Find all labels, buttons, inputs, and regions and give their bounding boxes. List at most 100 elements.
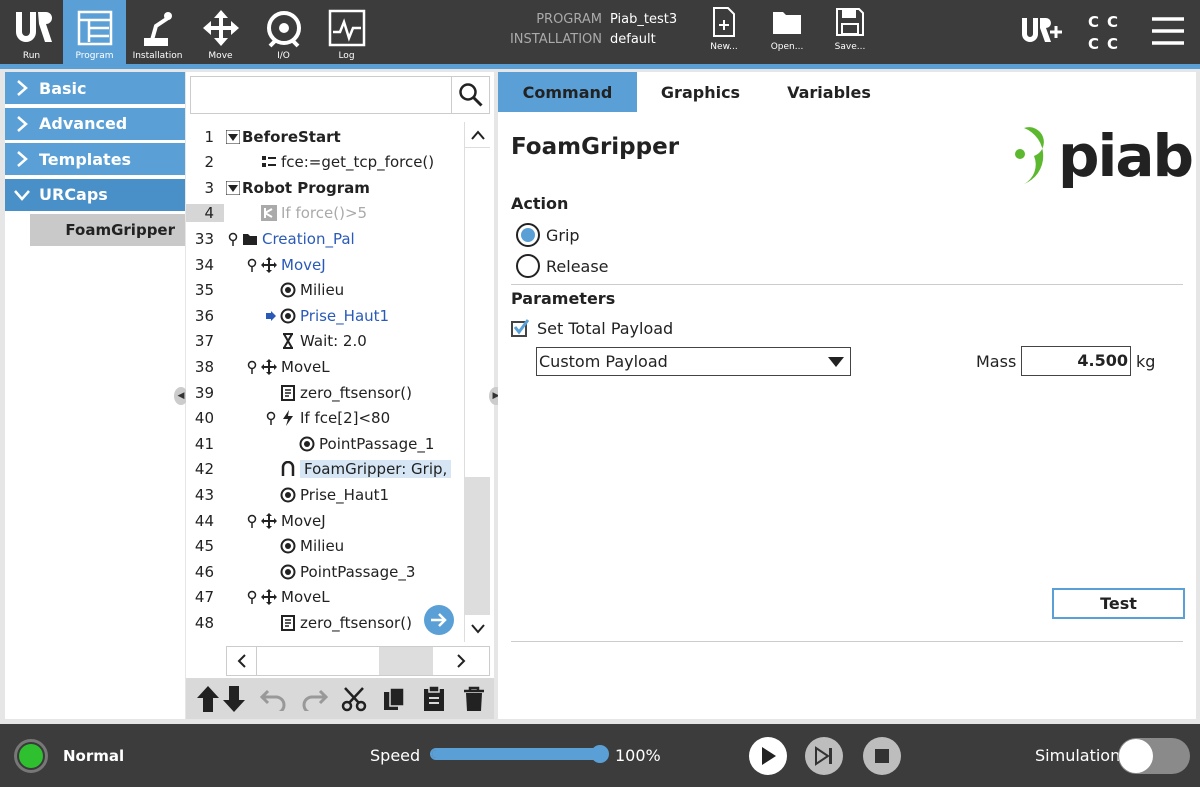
waypoint-icon bbox=[280, 308, 296, 324]
tab-command[interactable]: Command bbox=[498, 72, 637, 112]
chevron-right-icon bbox=[17, 151, 28, 167]
tree-node-label: MoveJ bbox=[281, 255, 326, 274]
set-total-payload-checkbox[interactable]: Set Total Payload bbox=[511, 318, 673, 338]
current-node-arrow-icon bbox=[262, 310, 280, 321]
line-number: 34 bbox=[194, 255, 214, 274]
copy-button[interactable] bbox=[374, 680, 414, 718]
payload-dropdown[interactable]: Custom Payload bbox=[536, 347, 851, 376]
waypoint-icon bbox=[280, 282, 296, 298]
tree-row[interactable]: 47 MoveL bbox=[186, 585, 464, 610]
nav-move-button[interactable]: Move bbox=[189, 0, 252, 64]
scroll-down-button[interactable] bbox=[465, 616, 490, 642]
nav-installation-button[interactable]: Installation bbox=[126, 0, 189, 64]
tree-row[interactable]: 48 zero_ftsensor() bbox=[186, 610, 464, 635]
chevron-down-icon bbox=[14, 189, 30, 201]
mass-input[interactable]: 4.500 bbox=[1021, 346, 1131, 376]
nav-program-label: Program bbox=[75, 51, 114, 61]
ur-logo-icon bbox=[15, 12, 52, 42]
tree-row[interactable]: 3 Robot Program bbox=[186, 175, 464, 200]
speed-slider-track[interactable] bbox=[430, 748, 602, 760]
scroll-left-button[interactable] bbox=[227, 647, 257, 675]
hamburger-menu-button[interactable] bbox=[1150, 16, 1186, 50]
speed-slider-handle[interactable] bbox=[591, 745, 609, 763]
arrow-right-icon bbox=[431, 613, 447, 627]
cc-letter: C bbox=[1107, 35, 1127, 53]
paste-button[interactable] bbox=[414, 680, 454, 718]
tree-row[interactable]: 4 If force()>5 bbox=[186, 201, 464, 226]
tab-graphics[interactable]: Graphics bbox=[637, 72, 764, 112]
tree-node-label: zero_ftsensor() bbox=[300, 383, 412, 402]
paste-icon bbox=[424, 684, 444, 711]
scroll-right-button[interactable] bbox=[433, 647, 489, 675]
tree-row[interactable]: 42 FoamGripper: Grip, bbox=[186, 457, 464, 482]
move-node-down-button[interactable] bbox=[214, 680, 254, 718]
expand-toggle-icon[interactable] bbox=[224, 180, 242, 195]
nav-program-button[interactable]: Program bbox=[63, 0, 126, 64]
step-button[interactable] bbox=[805, 737, 843, 775]
new-button[interactable]: New... bbox=[698, 6, 750, 62]
tree-row[interactable]: 40 If fce[2]<80 bbox=[186, 406, 464, 431]
tree-row[interactable]: 38 MoveL bbox=[186, 354, 464, 379]
folder-icon bbox=[242, 231, 258, 247]
grip-radio[interactable]: Grip bbox=[516, 223, 580, 247]
tree-row[interactable]: 36 Prise_Haut1 bbox=[186, 303, 464, 328]
tree-vertical-scrollbar[interactable] bbox=[464, 122, 490, 642]
nav-log-button[interactable]: Log bbox=[315, 0, 378, 64]
tree-row[interactable]: 34 MoveJ bbox=[186, 252, 464, 277]
tree-row[interactable]: 1 BeforeStart bbox=[186, 124, 464, 149]
category-basic[interactable]: Basic bbox=[5, 72, 185, 104]
play-button[interactable] bbox=[749, 737, 787, 775]
waypoint-icon bbox=[280, 538, 296, 554]
tree-row[interactable]: 37 Wait: 2.0 bbox=[186, 329, 464, 354]
nav-run-button[interactable]: Run bbox=[0, 0, 63, 64]
tree-row[interactable]: 45 Milieu bbox=[186, 534, 464, 559]
delete-button[interactable] bbox=[454, 680, 494, 718]
category-urcaps[interactable]: URCaps bbox=[5, 178, 185, 211]
urplus-button[interactable] bbox=[1020, 16, 1064, 52]
line-number: 42 bbox=[194, 460, 214, 479]
tree-node-label: MoveL bbox=[281, 588, 330, 607]
tree-node-label: Creation_Pal bbox=[262, 229, 355, 248]
tree-row[interactable]: 2 fce:=get_tcp_force() bbox=[186, 150, 464, 175]
cut-button[interactable] bbox=[334, 680, 374, 718]
tree-row[interactable]: 33 Creation_Pal bbox=[186, 226, 464, 251]
bottom-bar: Normal Speed 100% Simulation bbox=[0, 724, 1200, 787]
radio-circle bbox=[516, 254, 540, 278]
tree-row[interactable]: 44 MoveJ bbox=[186, 508, 464, 533]
open-label: Open... bbox=[770, 42, 804, 52]
lightning-icon bbox=[280, 410, 296, 427]
vertical-scroll-thumb[interactable] bbox=[465, 477, 490, 615]
tree-row[interactable]: 41 PointPassage_1 bbox=[186, 431, 464, 456]
piab-logo: piab bbox=[1004, 124, 1194, 188]
tree-row[interactable]: 43 Prise_Haut1 bbox=[186, 482, 464, 507]
goto-current-node-button[interactable] bbox=[424, 605, 454, 635]
chevron-up-icon bbox=[470, 129, 485, 140]
tree-row[interactable]: 39 zero_ftsensor() bbox=[186, 380, 464, 405]
release-radio[interactable]: Release bbox=[516, 254, 609, 278]
undo-button[interactable] bbox=[254, 680, 294, 718]
stop-button[interactable] bbox=[863, 737, 901, 775]
tree-node-label: zero_ftsensor() bbox=[300, 613, 412, 632]
tree-horizontal-scrollbar[interactable] bbox=[226, 646, 490, 676]
status-indicator[interactable] bbox=[14, 739, 48, 773]
horizontal-scroll-thumb[interactable] bbox=[379, 647, 433, 675]
search-button[interactable] bbox=[451, 77, 489, 113]
open-button[interactable]: Open... bbox=[761, 6, 813, 62]
nav-io-button[interactable]: I/O bbox=[252, 0, 315, 64]
tree-row[interactable]: 46 PointPassage_3 bbox=[186, 559, 464, 584]
category-advanced[interactable]: Advanced bbox=[5, 107, 185, 140]
redo-button[interactable] bbox=[294, 680, 334, 718]
tree-row[interactable]: 35 Milieu bbox=[186, 278, 464, 303]
test-button[interactable]: Test bbox=[1052, 588, 1185, 619]
tree-search-input[interactable] bbox=[191, 77, 449, 113]
category-templates[interactable]: Templates bbox=[5, 143, 185, 175]
tab-variables[interactable]: Variables bbox=[764, 72, 894, 112]
tree-node-label: BeforeStart bbox=[242, 127, 341, 146]
expand-toggle-icon[interactable] bbox=[224, 129, 242, 144]
urcap-foamgripper-item[interactable]: FoamGripper bbox=[30, 214, 185, 246]
line-number: 35 bbox=[194, 281, 214, 300]
trash-icon bbox=[464, 686, 484, 711]
scroll-up-button[interactable] bbox=[465, 122, 490, 148]
simulation-toggle[interactable] bbox=[1118, 738, 1190, 774]
save-button[interactable]: Save... bbox=[824, 6, 876, 62]
